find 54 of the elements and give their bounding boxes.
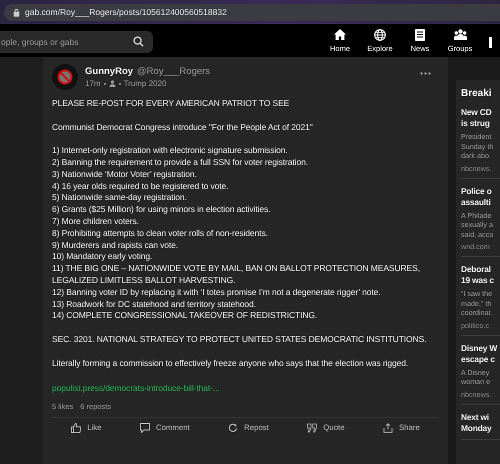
post-text: SEC. 3201. NATIONAL STRATEGY TO PROTECT UNITED STATES DEMOCRATIC INSTITUTIONS. [52, 334, 428, 346]
news-headline[interactable]: Deboral [461, 264, 500, 275]
lock-icon [13, 8, 20, 16]
group-icon [108, 80, 116, 87]
post-text: 3) Nationwide ‘Motor Voter’ registration. [52, 168, 198, 181]
post-text: 2) Banning the requirement to provide a full SSN for voter registration. [52, 156, 309, 169]
post-time[interactable]: 17m [85, 79, 101, 88]
address-bar[interactable]: gab.com/Roy___Rogers/posts/105612400560518832 [4, 4, 500, 20]
post-text: PLEASE RE-POST FOR EVERY AMERICAN PATRIOT TO SEE [52, 98, 290, 110]
separator-dot [104, 82, 106, 84]
post-text: 7) More children voters. [52, 216, 140, 228]
user-handle[interactable]: @Roy___Rogers [137, 66, 210, 77]
news-headline[interactable]: Monday [461, 422, 500, 434]
prohibition-sign-icon [57, 69, 73, 85]
post-text: 4) 16 year olds required to be registered to vote. [52, 180, 230, 192]
post-text: 8) Prohibiting attempts to clean voter rolls of non-residents. [52, 228, 269, 240]
people-icon [454, 29, 466, 40]
separator-dot [118, 82, 121, 84]
news-headline[interactable]: Police o [461, 186, 500, 196]
news-headline[interactable]: Disney W [461, 342, 500, 354]
post-text: 6) Grants ($25 Million) for using minors in election activities. [52, 204, 272, 216]
post-text: 1) Internet-only registration with electronic signature submission. [52, 145, 289, 157]
post-text: 10) Mandatory early voting. [52, 251, 154, 264]
repost-icon [228, 422, 238, 433]
house-icon [334, 29, 346, 40]
speech-bubble-icon [140, 422, 150, 433]
news-headline[interactable]: escape c [461, 354, 500, 364]
news-headline[interactable]: is strug [461, 118, 500, 129]
post-text: 9) Murderers and rapists can vote. [52, 240, 180, 252]
search-field[interactable]: ople, groups or gabs [0, 30, 153, 52]
panel-heading: Breaki [461, 88, 493, 99]
globe-icon [374, 29, 386, 41]
document-icon [415, 29, 425, 41]
share-icon [382, 422, 393, 433]
news-headline[interactable]: Next wi [461, 412, 500, 422]
news-headline[interactable]: New CD [461, 107, 500, 118]
post-text: Literally forming a commission to effectively freeze anyone who says that the election was rigged. [52, 358, 410, 370]
search-icon [133, 36, 144, 46]
quote-icon [307, 422, 318, 433]
more-options-icon[interactable] [420, 72, 431, 75]
post-text: 12) Banning voter ID by replacing it with ‘I totes promise I’m not a degenerate rigger’ note. [52, 286, 382, 299]
url-text: gab.com/Roy___Rogers/posts/105612400560518832 [25, 7, 227, 17]
link[interactable]: populist.press/democrats-introduce-bill-that-... [52, 383, 220, 395]
post-text: 13) Roadwork for DC statehood and territory statehood. [52, 298, 257, 310]
post-text: 14) COMPLETE CONGRESSIONAL TAKEOVER OF REDISTRICTING. [52, 310, 318, 322]
news-headline[interactable]: 19 was c [461, 275, 500, 286]
post-text: 5) Nationwide same-day registration. [52, 192, 188, 204]
display-name[interactable]: GunnyRoy [85, 66, 134, 77]
group-name[interactable]: Trump 2020 [124, 79, 166, 88]
post-text: Communist Democrat Congress introduce "For the People Act of 2021" [52, 122, 314, 134]
news-headline[interactable]: assaulti [461, 196, 500, 208]
square-icon [489, 37, 492, 48]
post-text: 11) THE BIG ONE – NATIONWIDE VOTE BY MAIL, BAN ON BALLOT PROTECTION MEASURES, LEGALIZED LIMITLESS BALLOT HARVESTING. [52, 263, 421, 287]
thumbs-up-icon [71, 422, 82, 433]
